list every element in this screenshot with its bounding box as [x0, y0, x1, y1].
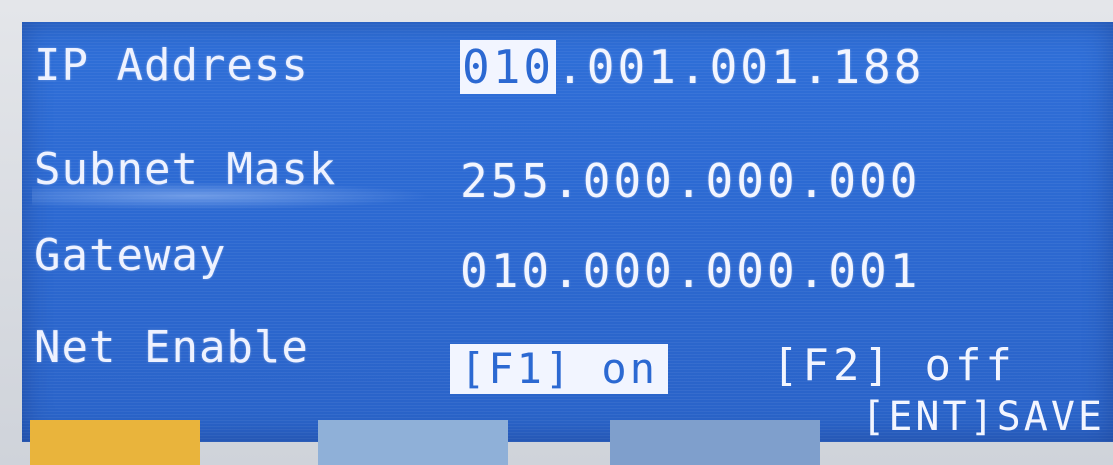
subnet-mask-label: Subnet Mask — [34, 144, 337, 195]
gateway-field[interactable]: 010.000.000.001 — [460, 244, 920, 298]
gateway-label: Gateway — [34, 230, 227, 281]
subnet-mask-field[interactable]: 255.000.000.000 — [460, 154, 920, 208]
subnet-mask-row: Subnet Mask 255.000.000.000 — [22, 144, 1113, 214]
net-enable-label: Net Enable — [34, 322, 309, 373]
gateway-row: Gateway 010.000.000.001 — [22, 230, 1113, 300]
ip-address-label: IP Address — [34, 40, 309, 91]
net-enable-on-option[interactable]: [F1] on — [450, 344, 669, 394]
softkey-bar — [0, 420, 1113, 465]
lcd-screen: IP Address 010.001.001.188 Subnet Mask 2… — [22, 22, 1113, 442]
ip-address-row: IP Address 010.001.001.188 — [22, 40, 1113, 110]
net-enable-off-option[interactable]: [F2] off — [772, 340, 1016, 391]
softkey-1[interactable] — [30, 420, 200, 465]
softkey-3[interactable] — [610, 420, 820, 465]
ip-address-field[interactable]: 010.001.001.188 — [460, 40, 924, 94]
edit-cursor[interactable]: 010 — [460, 40, 557, 94]
ip-address-value: .001.001.188 — [556, 40, 925, 94]
softkey-2[interactable] — [318, 420, 508, 465]
